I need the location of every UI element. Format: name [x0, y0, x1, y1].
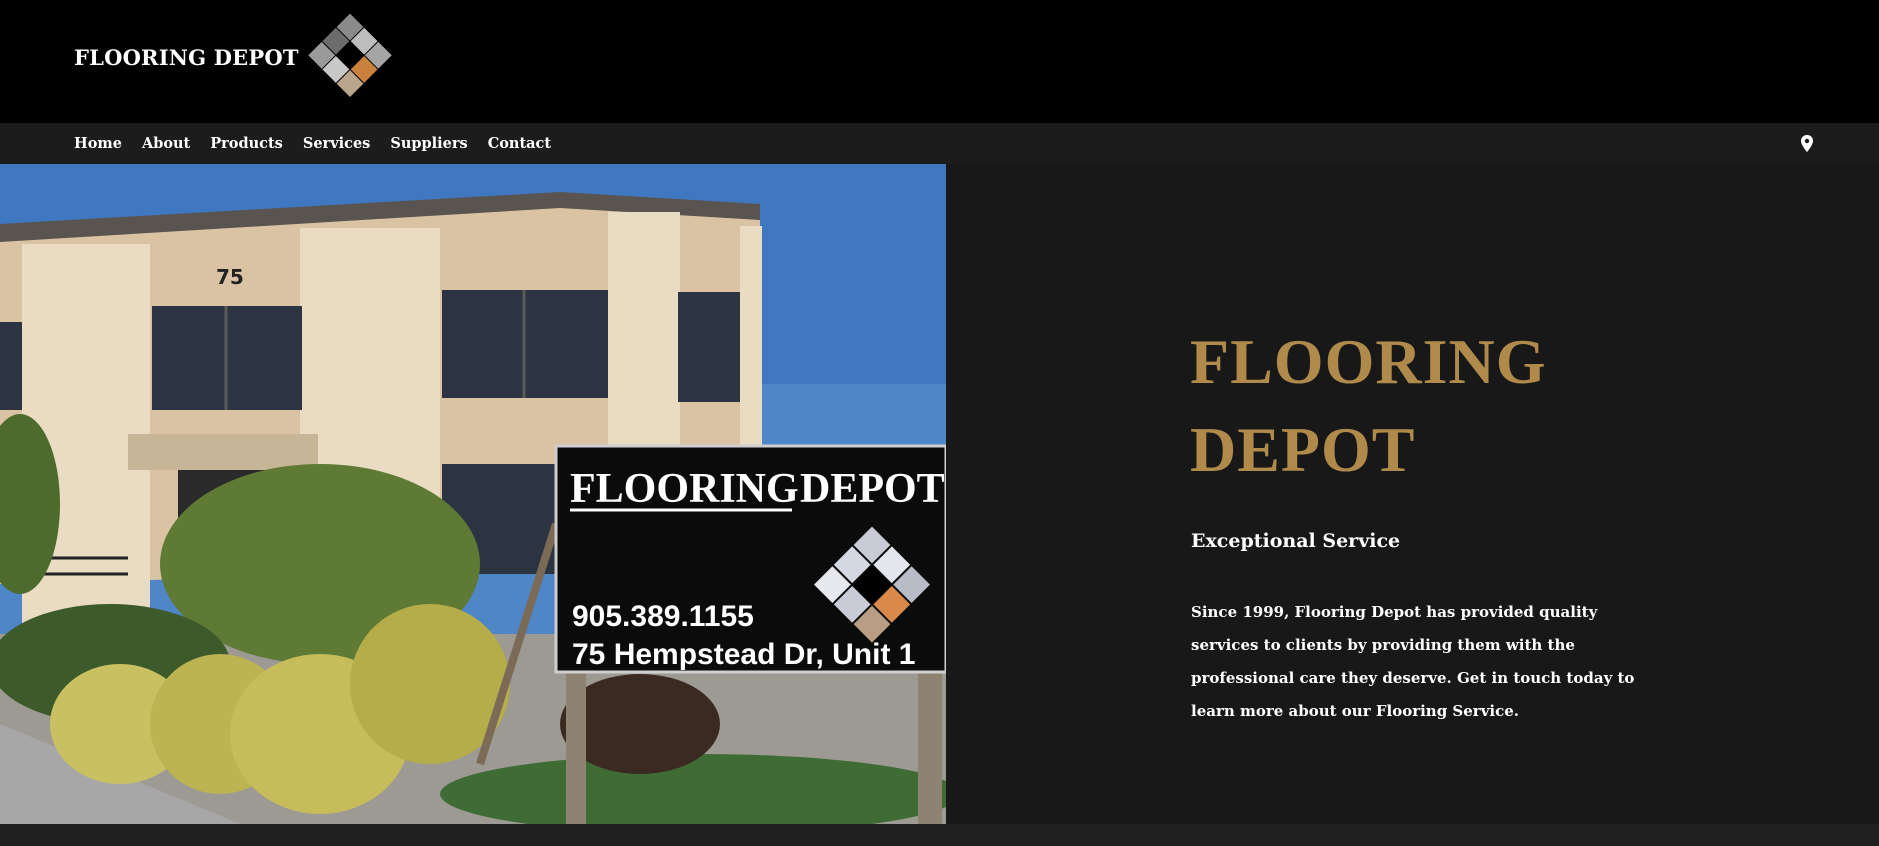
hero-description: Since 1999, Flooring Depot has provided … [1191, 603, 1635, 720]
map-pin-icon[interactable] [1800, 135, 1814, 153]
hero-subtitle: Exceptional Service [1191, 530, 1401, 552]
nav-item-products[interactable]: Products [210, 135, 283, 152]
nav-menu: Home About Products Services Suppliers C… [74, 135, 571, 152]
nav-item-contact[interactable]: Contact [488, 135, 551, 152]
sign-title-depot: DEPOT [800, 466, 945, 512]
sign-phone: 905.389.1155 [572, 600, 754, 633]
site-header: FLOORING DEPOT [0, 0, 1879, 123]
nav-item-suppliers[interactable]: Suppliers [390, 135, 467, 152]
nav-item-home[interactable]: Home [74, 135, 122, 152]
storefront-illustration: 75 FLOORING DEPOT 905.389.1155 75 Hempst… [0, 164, 946, 824]
diamond-tile-logo-icon[interactable] [300, 9, 400, 103]
nav-item-about[interactable]: About [142, 135, 190, 152]
hero-title-line1: FLOORING [1190, 326, 1547, 397]
page-bottom-strip [0, 824, 1879, 846]
hero-title: FLOORING DEPOT [1190, 318, 1546, 494]
main-navigation: Home About Products Services Suppliers C… [0, 123, 1879, 164]
building-number: 75 [216, 265, 244, 289]
hero-title-line2: DEPOT [1190, 414, 1416, 485]
sign-title-flooring: FLOORING [570, 466, 799, 512]
sign-address: 75 Hempstead Dr, Unit 1 [572, 638, 915, 671]
nav-item-services[interactable]: Services [303, 135, 371, 152]
site-brand-name[interactable]: FLOORING DEPOT [74, 45, 299, 70]
storefront-photo: 75 FLOORING DEPOT 905.389.1155 75 Hempst… [0, 164, 946, 824]
